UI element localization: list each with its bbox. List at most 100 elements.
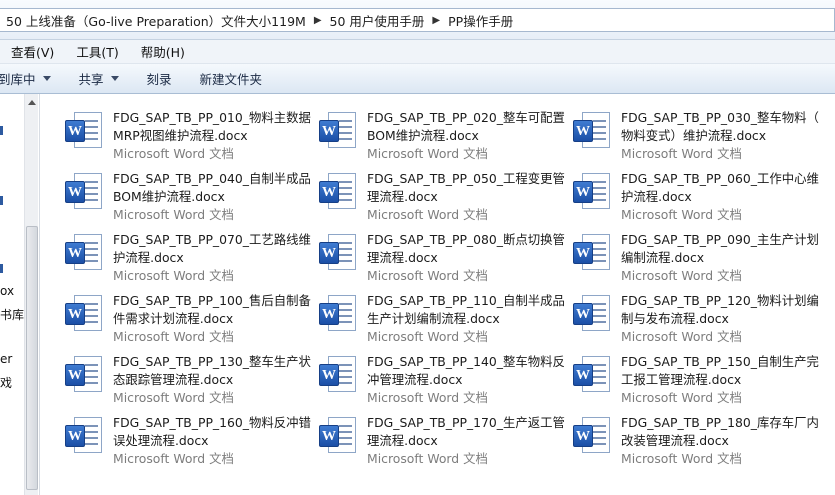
word-w-badge: W — [573, 120, 593, 142]
word-w-badge: W — [319, 120, 339, 142]
chevron-down-icon — [42, 76, 51, 81]
word-document-icon: W — [61, 415, 105, 457]
file-text: FDG_SAP_TB_PP_020_整车可配置 BOM维护流程.docx Micro… — [367, 100, 565, 161]
word-w-badge: W — [319, 242, 339, 264]
file-item[interactable]: W FDG_SAP_TB_PP_060_工作中心维 护流程.docx Microsof… — [569, 161, 819, 222]
file-name-line2: 制与发布流程.docx — [621, 311, 729, 326]
file-item[interactable]: W FDG_SAP_TB_PP_080_断点切换管 理流程.docx Microsof… — [315, 222, 565, 283]
file-text: FDG_SAP_TB_PP_060_工作中心维 护流程.docx Microsoft… — [621, 161, 819, 222]
file-name-line2: MRP视图维护流程.docx — [113, 128, 248, 143]
file-item[interactable]: W FDG_SAP_TB_PP_010_物料主数据 MRP视图维护流程.docx Mi… — [61, 100, 311, 161]
scrollbar-thumb[interactable] — [26, 226, 38, 490]
word-w-badge: W — [573, 364, 593, 386]
menu-view[interactable]: 查看(V) — [0, 42, 65, 61]
file-item[interactable]: W FDG_SAP_TB_PP_180_库存车厂内 改装管理流程.docx Micro… — [569, 405, 819, 466]
file-item[interactable]: W FDG_SAP_TB_PP_110_自制半成品 生产计划编制流程.docx Mic… — [315, 283, 565, 344]
burn-button[interactable]: 刻录 — [133, 68, 186, 90]
scroll-up-icon[interactable] — [28, 100, 36, 105]
word-document-icon: W — [315, 110, 359, 152]
file-name-line1: FDG_SAP_TB_PP_180_库存车厂内 — [621, 415, 819, 430]
address-breadcrumb[interactable]: 50 上线准备（Go-live Preparation）文件大小119M ▶ 5… — [0, 8, 835, 32]
file-item[interactable]: W FDG_SAP_TB_PP_150_自制生产完 工报工管理流程.docx Micr… — [569, 344, 819, 405]
file-name-line2: 理流程.docx — [367, 250, 438, 265]
file-name-line1: FDG_SAP_TB_PP_100_售后自制备 — [113, 293, 311, 308]
file-text: FDG_SAP_TB_PP_090_主生产计划 编制流程.docx Microsof… — [621, 222, 819, 283]
nav-item-label[interactable]: 戏 — [0, 374, 26, 391]
file-item[interactable]: W FDG_SAP_TB_PP_130_整车生产状 态跟踪管理流程.docx Micr… — [61, 344, 311, 405]
word-document-icon: W — [61, 171, 105, 213]
word-w-badge: W — [573, 303, 593, 325]
file-item[interactable]: W FDG_SAP_TB_PP_140_整车物料反 冲管理流程.docx Micros… — [315, 344, 565, 405]
nav-item-label[interactable]: er — [0, 352, 26, 366]
file-item[interactable]: W FDG_SAP_TB_PP_120_物料计划编 制与发布流程.docx Micro… — [569, 283, 819, 344]
file-name-line2: BOM维护流程.docx — [113, 189, 225, 204]
file-item[interactable]: W FDG_SAP_TB_PP_070_工艺路线维 护流程.docx Microsof… — [61, 222, 311, 283]
file-item[interactable]: W FDG_SAP_TB_PP_170_生产返工管 理流程.docx Microsof… — [315, 405, 565, 466]
file-text: FDG_SAP_TB_PP_120_物料计划编 制与发布流程.docx Micros… — [621, 283, 819, 344]
file-name-line1: FDG_SAP_TB_PP_080_断点切换管 — [367, 232, 565, 247]
file-name-line1: FDG_SAP_TB_PP_110_自制半成品 — [367, 293, 565, 308]
file-name-line2: 态跟踪管理流程.docx — [113, 372, 234, 387]
file-name-line2: 误处理流程.docx — [113, 433, 209, 448]
word-w-badge: W — [573, 181, 593, 203]
navigation-pane[interactable]: ox 书库 er 戏 — [0, 94, 40, 495]
file-item[interactable]: W FDG_SAP_TB_PP_100_售后自制备 件需求计划流程.docx Micr… — [61, 283, 311, 344]
file-item[interactable]: W FDG_SAP_TB_PP_020_整车可配置 BOM维护流程.docx Micr… — [315, 100, 565, 161]
word-w-badge: W — [65, 242, 85, 264]
file-item[interactable]: W FDG_SAP_TB_PP_030_整车物料（ 物料变式）维护流程.docx Mi… — [569, 100, 819, 161]
word-w-badge: W — [65, 303, 85, 325]
file-name-line1: FDG_SAP_TB_PP_020_整车可配置 — [367, 110, 565, 125]
word-w-badge: W — [319, 181, 339, 203]
file-name-line2: 工报工管理流程.docx — [621, 372, 742, 387]
breadcrumb-item[interactable]: 50 用户使用手册 — [328, 11, 427, 30]
file-text: FDG_SAP_TB_PP_030_整车物料（ 物料变式）维护流程.docx Mic… — [621, 100, 819, 161]
burn-label: 刻录 — [146, 72, 172, 87]
word-w-badge: W — [319, 303, 339, 325]
file-name-line2: 物料变式）维护流程.docx — [621, 128, 767, 143]
command-toolbar: 到库中 共享 刻录 新建文件夹 — [0, 64, 835, 94]
include-in-library-button[interactable]: 到库中 — [0, 68, 65, 90]
breadcrumb-item[interactable]: PP操作手册 — [446, 11, 515, 30]
word-document-icon: W — [61, 354, 105, 396]
address-bar-region: 50 上线准备（Go-live Preparation）文件大小119M ▶ 5… — [0, 0, 835, 40]
file-name-line1: FDG_SAP_TB_PP_050_工程变更管 — [367, 171, 565, 186]
word-document-icon: W — [569, 293, 613, 335]
word-document-icon: W — [61, 293, 105, 335]
nav-item-label[interactable]: ox — [0, 284, 26, 298]
file-item[interactable]: W FDG_SAP_TB_PP_090_主生产计划 编制流程.docx Microso… — [569, 222, 819, 283]
breadcrumb-chevron-icon[interactable]: ▶ — [426, 15, 446, 26]
file-name-line2: 护流程.docx — [621, 189, 692, 204]
file-name-line1: FDG_SAP_TB_PP_130_整车生产状 — [113, 354, 311, 369]
nav-scrollbar[interactable] — [24, 94, 38, 495]
file-item[interactable]: W FDG_SAP_TB_PP_160_物料反冲错 误处理流程.docx Micros… — [61, 405, 311, 466]
word-document-icon: W — [315, 171, 359, 213]
menu-help[interactable]: 帮助(H) — [130, 42, 196, 61]
nav-item-label[interactable]: 书库 — [0, 306, 26, 323]
file-name-line2: 改装管理流程.docx — [621, 433, 729, 448]
file-name-line2: 编制流程.docx — [621, 250, 705, 265]
word-document-icon: W — [569, 171, 613, 213]
share-button[interactable]: 共享 — [65, 68, 133, 90]
file-name-line1: FDG_SAP_TB_PP_170_生产返工管 — [367, 415, 565, 430]
word-document-icon: W — [61, 110, 105, 152]
breadcrumb-chevron-icon[interactable]: ▶ — [308, 15, 328, 26]
word-w-badge: W — [319, 364, 339, 386]
word-document-icon: W — [315, 415, 359, 457]
file-text: FDG_SAP_TB_PP_180_库存车厂内 改装管理流程.docx Micros… — [621, 405, 819, 466]
file-list-view[interactable]: W FDG_SAP_TB_PP_010_物料主数据 MRP视图维护流程.docx Mi… — [41, 94, 835, 495]
word-document-icon: W — [315, 354, 359, 396]
word-document-icon: W — [569, 415, 613, 457]
new-folder-button[interactable]: 新建文件夹 — [186, 68, 277, 90]
file-name-line1: FDG_SAP_TB_PP_120_物料计划编 — [621, 293, 819, 308]
file-name-line2: 冲管理流程.docx — [367, 372, 463, 387]
word-document-icon: W — [569, 110, 613, 152]
breadcrumb-item[interactable]: 50 上线准备（Go-live Preparation）文件大小119M — [0, 11, 308, 30]
file-type-label: Microsoft Word 文档 — [621, 451, 742, 466]
word-w-badge: W — [65, 181, 85, 203]
file-text: FDG_SAP_TB_PP_040_自制半成品 BOM维护流程.docx Micro… — [113, 161, 311, 222]
file-item[interactable]: W FDG_SAP_TB_PP_040_自制半成品 BOM维护流程.docx Micr… — [61, 161, 311, 222]
menu-tools[interactable]: 工具(T) — [65, 42, 129, 61]
word-w-badge: W — [65, 364, 85, 386]
word-w-badge: W — [573, 242, 593, 264]
file-item[interactable]: W FDG_SAP_TB_PP_050_工程变更管 理流程.docx Microsof… — [315, 161, 565, 222]
